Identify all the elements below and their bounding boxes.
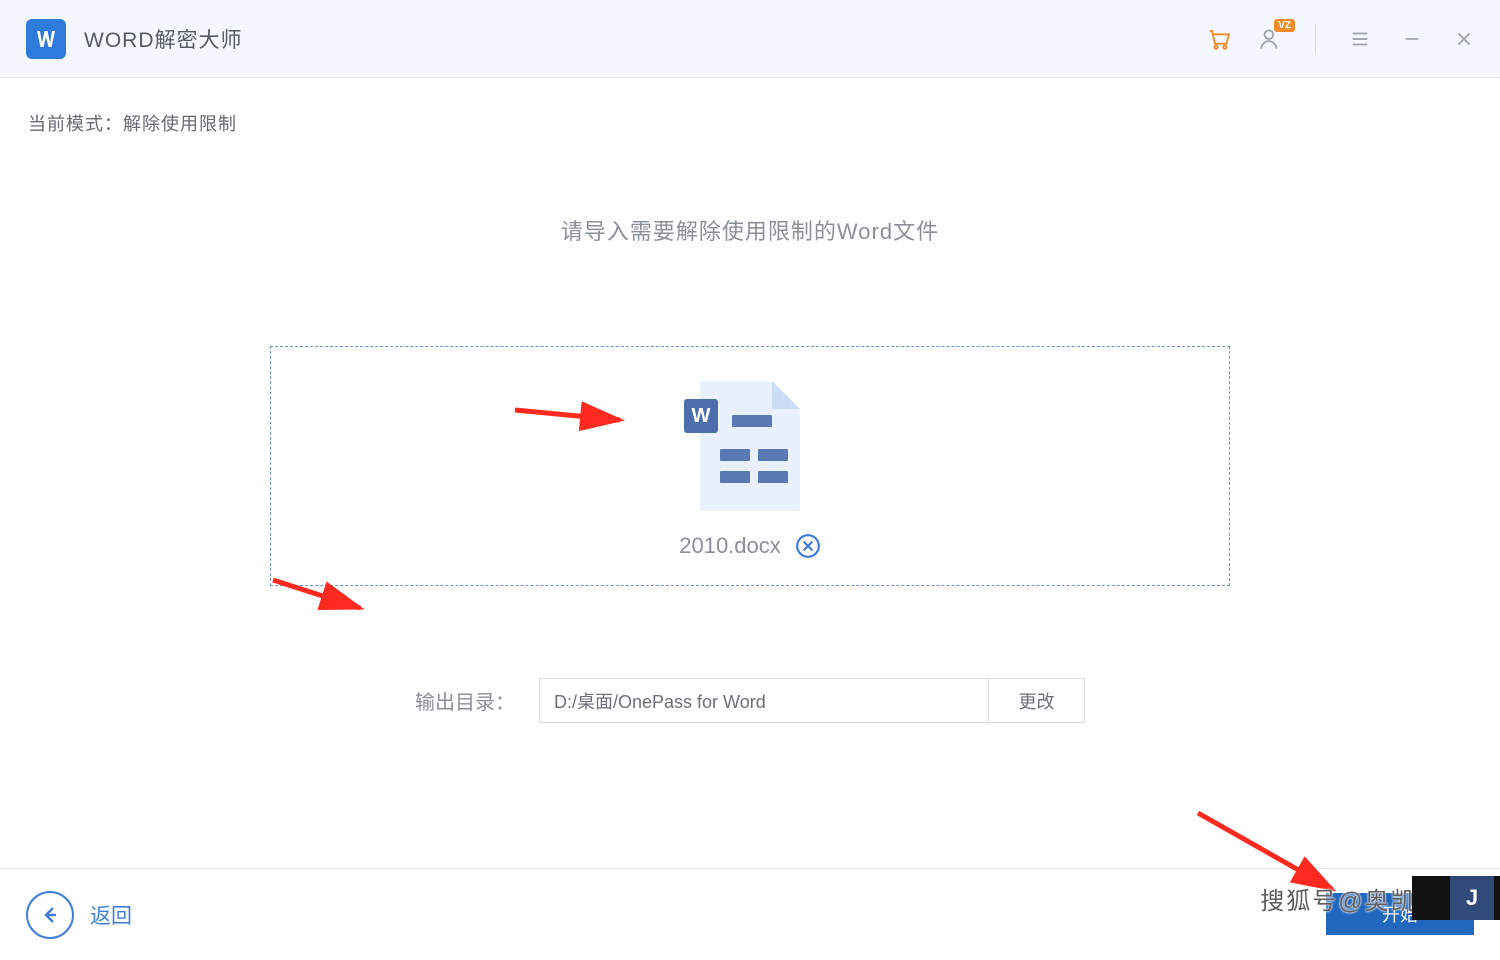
back-button[interactable]: 返回 [26,891,132,939]
mode-line: 当前模式：解除使用限制 [28,110,1472,136]
mode-value: 解除使用限制 [123,114,237,134]
output-dir-input[interactable] [539,678,989,723]
minimize-icon[interactable] [1398,25,1426,53]
instruction-text: 请导入需要解除使用限制的Word文件 [28,214,1472,246]
back-arrow-icon [26,891,74,939]
word-badge: W [684,399,718,433]
user-badge: VZ [1274,19,1295,32]
mode-label: 当前模式： [28,114,123,134]
output-dir-label: 输出目录： [415,686,515,715]
title-bar: WORD解密大师 VZ [0,0,1500,78]
file-name: 2010.docx [679,533,781,559]
user-icon[interactable]: VZ [1257,25,1285,53]
close-icon[interactable] [1450,25,1478,53]
app-logo-icon [26,19,66,59]
change-dir-button[interactable]: 更改 [989,678,1085,723]
file-dropzone[interactable]: W 2010.docx [270,346,1230,586]
remove-file-icon[interactable] [795,533,821,559]
separator [1315,24,1316,54]
cart-icon[interactable] [1205,25,1233,53]
back-label: 返回 [90,900,132,930]
word-file-icon: W [690,373,810,523]
watermark-logo-icon: J [1450,876,1494,920]
app-title: WORD解密大师 [84,24,243,54]
menu-icon[interactable] [1346,25,1374,53]
